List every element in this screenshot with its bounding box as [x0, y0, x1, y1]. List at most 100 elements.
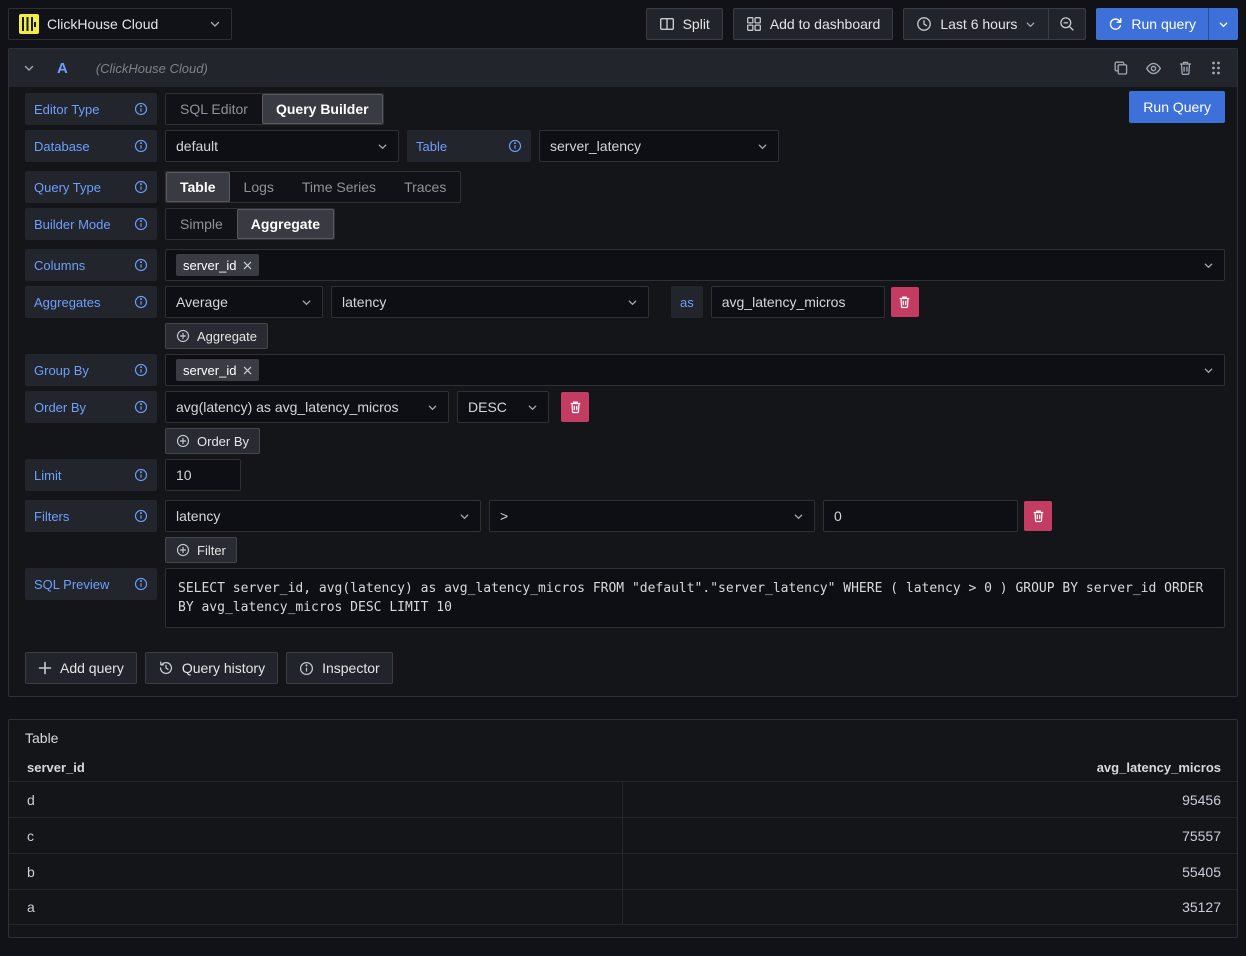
time-range-group: Last 6 hours [903, 8, 1086, 40]
time-range-button[interactable]: Last 6 hours [903, 8, 1049, 40]
builder-mode-switcher: Simple Aggregate [165, 208, 335, 240]
editor-type-option-sql-editor[interactable]: SQL Editor [166, 94, 262, 124]
info-icon [134, 180, 148, 194]
group-by-multiselect[interactable]: server_id [165, 354, 1225, 386]
eye-icon [1145, 60, 1162, 77]
query-type-option-table[interactable]: Table [166, 172, 230, 202]
field-row-query-type: Query Type Table Logs Time Series Traces [25, 171, 1225, 203]
clock-icon [916, 16, 932, 32]
explore-toolbar: ClickHouse Cloud Split Add to dashboard … [0, 0, 1246, 48]
filters-label: Filters [25, 500, 157, 532]
disable-query-button[interactable] [1145, 60, 1162, 77]
duplicate-query-button[interactable] [1113, 60, 1129, 76]
query-type-option-traces[interactable]: Traces [390, 172, 460, 202]
collapse-chevron-icon [23, 62, 35, 74]
order-by-direction-select[interactable]: DESC [457, 391, 549, 423]
columns-multiselect[interactable]: server_id [165, 249, 1225, 281]
info-icon [134, 363, 148, 377]
chevron-down-icon [1195, 260, 1214, 271]
remove-order-by-button[interactable] [561, 392, 589, 422]
add-order-by-row: Order By [165, 428, 1225, 454]
info-icon [134, 102, 148, 116]
remove-filter-button[interactable] [1024, 501, 1052, 531]
builder-mode-option-simple[interactable]: Simple [166, 209, 237, 239]
trash-icon [569, 400, 582, 414]
columns-label: Columns [25, 249, 157, 281]
run-query-label: Run query [1131, 16, 1196, 32]
chevron-down-icon [1025, 19, 1036, 30]
aggregate-alias-input[interactable] [711, 286, 885, 318]
trash-icon [1178, 60, 1193, 76]
query-type-option-logs[interactable]: Logs [230, 172, 288, 202]
plus-circle-icon [176, 543, 190, 557]
add-query-button[interactable]: Add query [25, 652, 137, 684]
table-row[interactable]: a 35127 [9, 889, 1237, 925]
plus-circle-icon [176, 434, 190, 448]
chevron-down-icon [209, 18, 221, 30]
filter-value-input[interactable] [823, 500, 1018, 532]
add-aggregate-button[interactable]: Aggregate [165, 323, 268, 349]
remove-aggregate-button[interactable] [891, 287, 919, 317]
add-filter-button[interactable]: Filter [165, 537, 237, 563]
info-icon [134, 139, 148, 153]
field-row-order-by: Order By avg(latency) as avg_latency_mic… [25, 391, 1225, 423]
query-row-actions [1113, 60, 1223, 77]
table-row[interactable]: c 75557 [9, 817, 1237, 853]
aggregates-label: Aggregates [25, 286, 157, 318]
copy-icon [1113, 60, 1129, 76]
table-row[interactable]: b 55405 [9, 853, 1237, 889]
sql-preview-text: SELECT server_id, avg(latency) as avg_la… [165, 568, 1225, 628]
remove-chip-icon[interactable] [243, 366, 252, 375]
remove-chip-icon[interactable] [243, 261, 252, 270]
field-row-editor-type: Editor Type SQL Editor Query Builder [25, 93, 1225, 125]
run-query-button[interactable]: Run query [1096, 8, 1209, 40]
drag-handle[interactable] [1209, 60, 1223, 76]
database-select[interactable]: default [165, 130, 399, 162]
column-header-server-id[interactable]: server_id [27, 760, 624, 775]
column-header-avg-latency-micros[interactable]: avg_latency_micros [624, 760, 1221, 775]
limit-input[interactable] [165, 459, 241, 491]
field-row-sql-preview: SQL Preview SELECT server_id, avg(latenc… [25, 568, 1225, 628]
chevron-down-icon [369, 141, 388, 152]
add-order-by-button[interactable]: Order By [165, 428, 260, 454]
database-label: Database [25, 130, 157, 162]
query-row-header[interactable]: A (ClickHouse Cloud) [9, 49, 1237, 87]
datasource-picker[interactable]: ClickHouse Cloud [8, 8, 232, 40]
chevron-down-icon [419, 402, 438, 413]
order-by-field-select[interactable]: avg(latency) as avg_latency_micros [165, 391, 449, 423]
aggregate-column-select[interactable]: latency [331, 286, 649, 318]
table-select[interactable]: server_latency [539, 130, 779, 162]
table-header-row: server_id avg_latency_micros [9, 760, 1237, 781]
add-to-dashboard-button[interactable]: Add to dashboard [733, 8, 894, 40]
chevron-down-icon [451, 511, 470, 522]
run-query-options-button[interactable] [1209, 8, 1238, 40]
zoom-out-button[interactable] [1049, 8, 1086, 40]
add-aggregate-row: Aggregate [165, 323, 1225, 349]
editor-type-option-query-builder[interactable]: Query Builder [262, 94, 383, 124]
editor-type-label: Editor Type [25, 93, 157, 125]
filter-column-select[interactable]: latency [165, 500, 481, 532]
info-icon [134, 400, 148, 414]
chevron-down-icon [785, 511, 804, 522]
table-label: Table [407, 130, 531, 162]
info-icon [508, 139, 522, 153]
remove-query-button[interactable] [1178, 60, 1193, 76]
filter-operator-select[interactable]: > [489, 500, 815, 532]
inspector-button[interactable]: Inspector [286, 652, 393, 684]
split-label: Split [683, 16, 710, 32]
split-button[interactable]: Split [646, 8, 723, 40]
as-label: as [671, 286, 703, 318]
query-history-button[interactable]: Query history [145, 652, 278, 684]
query-type-option-time-series[interactable]: Time Series [288, 172, 390, 202]
result-table: server_id avg_latency_micros d 95456 c 7… [9, 760, 1237, 925]
add-to-dashboard-label: Add to dashboard [770, 16, 881, 32]
zoom-out-icon [1059, 16, 1075, 32]
info-icon [134, 509, 148, 523]
field-row-builder-mode: Builder Mode Simple Aggregate [25, 208, 1225, 240]
editor-run-query-button[interactable]: Run Query [1129, 91, 1225, 123]
builder-mode-option-aggregate[interactable]: Aggregate [237, 209, 334, 239]
plus-icon [38, 661, 52, 675]
info-circle-icon [299, 661, 314, 676]
table-row[interactable]: d 95456 [9, 781, 1237, 817]
aggregate-function-select[interactable]: Average [165, 286, 323, 318]
